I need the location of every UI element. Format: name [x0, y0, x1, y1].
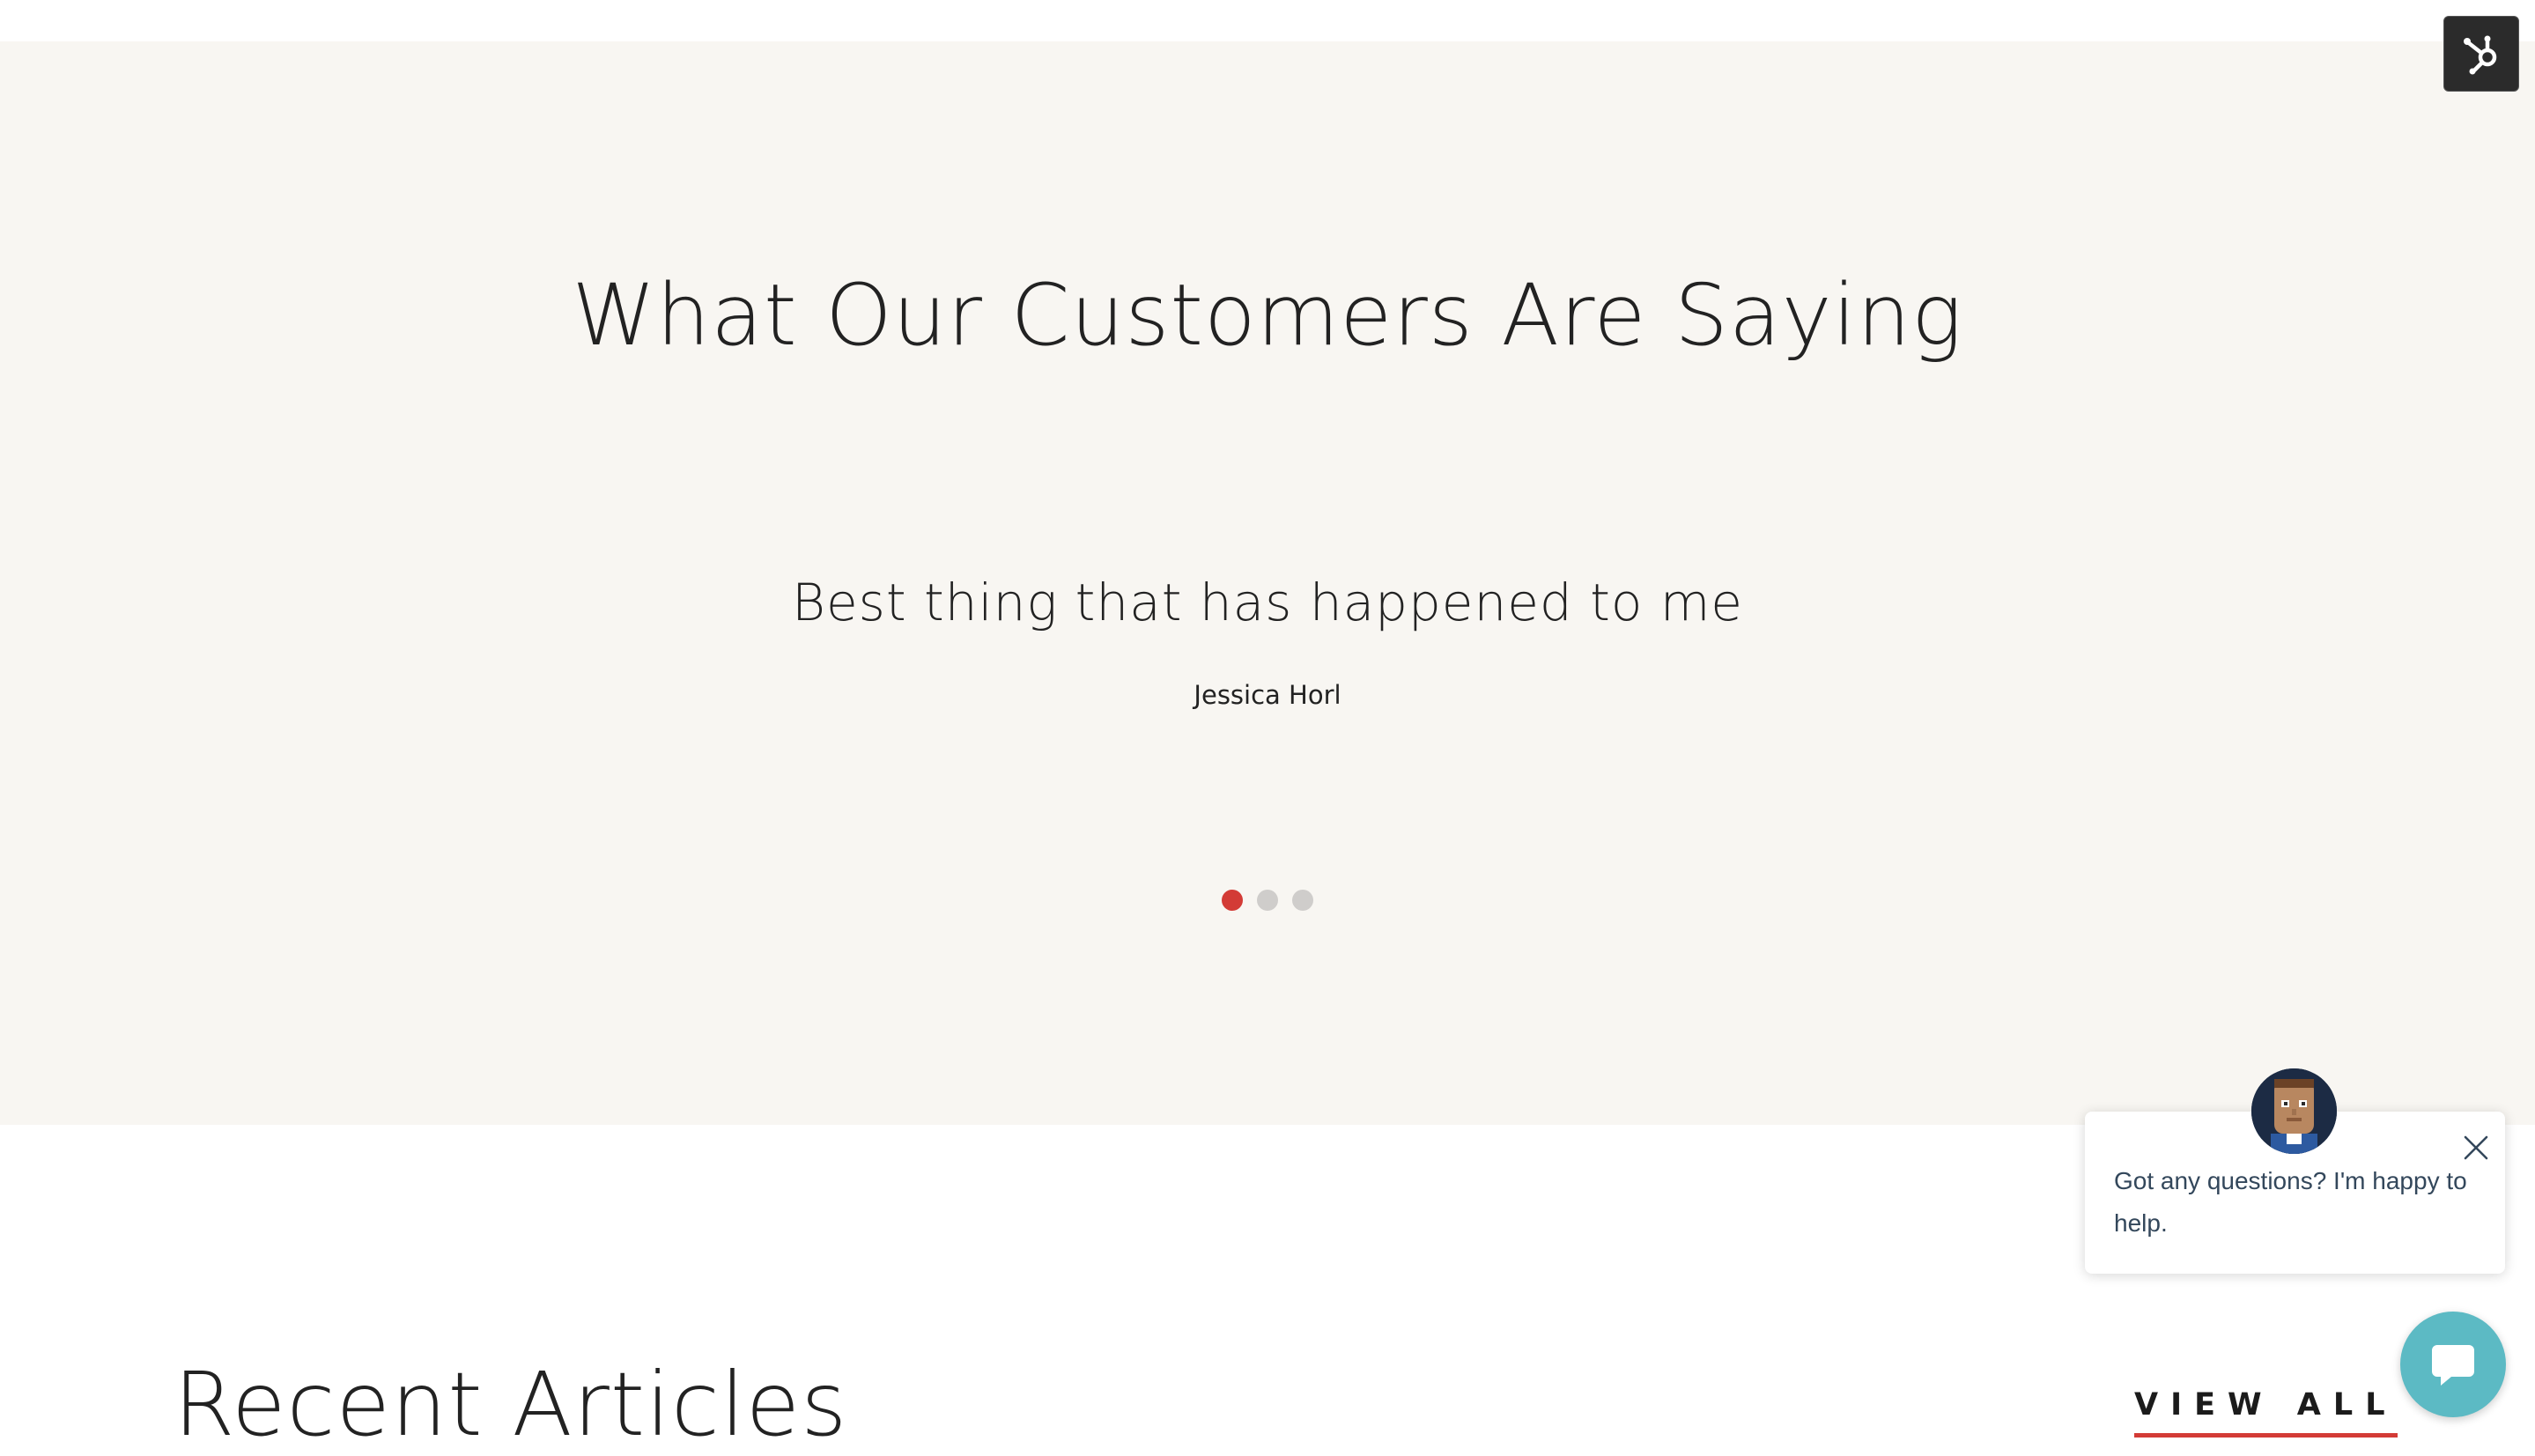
carousel-dot-1[interactable] — [1222, 890, 1243, 911]
chat-close-button[interactable] — [2461, 1133, 2491, 1163]
testimonial-author: Jessica Horl — [1194, 680, 1341, 710]
top-bar — [0, 0, 2535, 41]
view-all-link[interactable]: VIEW ALL — [2134, 1390, 2398, 1438]
carousel-dots — [0, 890, 2535, 911]
chat-agent-avatar — [2251, 1068, 2337, 1154]
recent-articles-title: Recent Articles — [174, 1353, 848, 1456]
agent-avatar-icon — [2251, 1068, 2337, 1154]
chat-launcher-button[interactable] — [2400, 1312, 2506, 1417]
hubspot-sprocket-icon — [2464, 35, 2497, 75]
hubspot-badge[interactable] — [2443, 16, 2519, 92]
carousel-dot-3[interactable] — [1292, 890, 1313, 911]
carousel-dot-2[interactable] — [1257, 890, 1278, 911]
testimonial-quote: Best thing that has happened to me — [791, 573, 1743, 632]
chat-bubble-icon — [2432, 1345, 2474, 1386]
testimonials-title: What Our Customers Are Saying — [572, 266, 1963, 365]
chat-welcome-message[interactable]: Got any questions? I'm happy to help. — [2114, 1160, 2484, 1245]
close-icon — [2464, 1135, 2488, 1160]
